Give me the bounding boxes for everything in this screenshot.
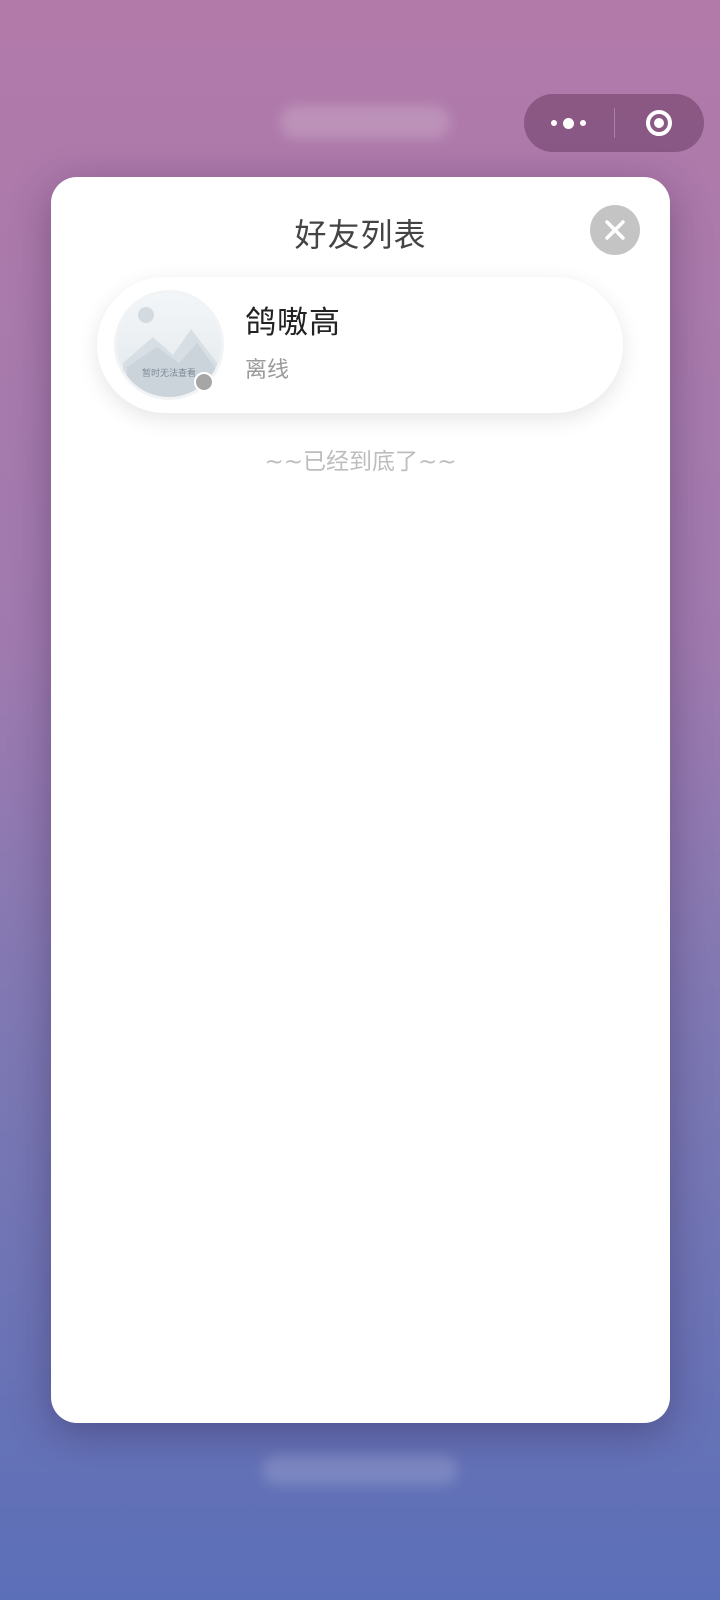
friend-list-modal: 好友列表 暂时无法查看 鸽嗷高 离线 ~~已经到底了~~ <box>51 177 670 1423</box>
offline-status-dot <box>194 372 214 392</box>
more-button[interactable] <box>524 94 614 152</box>
friend-status: 离线 <box>245 358 290 383</box>
friend-avatar-container: 暂时无法查看 <box>117 293 221 397</box>
friend-name: 鸽嗷高 <box>245 305 341 341</box>
end-of-list-text: ~~已经到底了~~ <box>264 449 457 475</box>
close-button[interactable] <box>590 205 640 255</box>
modal-title: 好友列表 <box>294 216 427 254</box>
background-title-blurred <box>280 105 450 139</box>
target-circle-icon <box>646 110 673 136</box>
friend-list-item[interactable]: 暂时无法查看 鸽嗷高 离线 <box>97 277 623 413</box>
mini-program-capsule <box>524 94 704 152</box>
exit-mini-program-button[interactable] <box>615 94 705 152</box>
more-dots-icon <box>551 117 587 129</box>
background-footer-blurred <box>262 1455 458 1485</box>
close-x-icon <box>605 220 625 240</box>
